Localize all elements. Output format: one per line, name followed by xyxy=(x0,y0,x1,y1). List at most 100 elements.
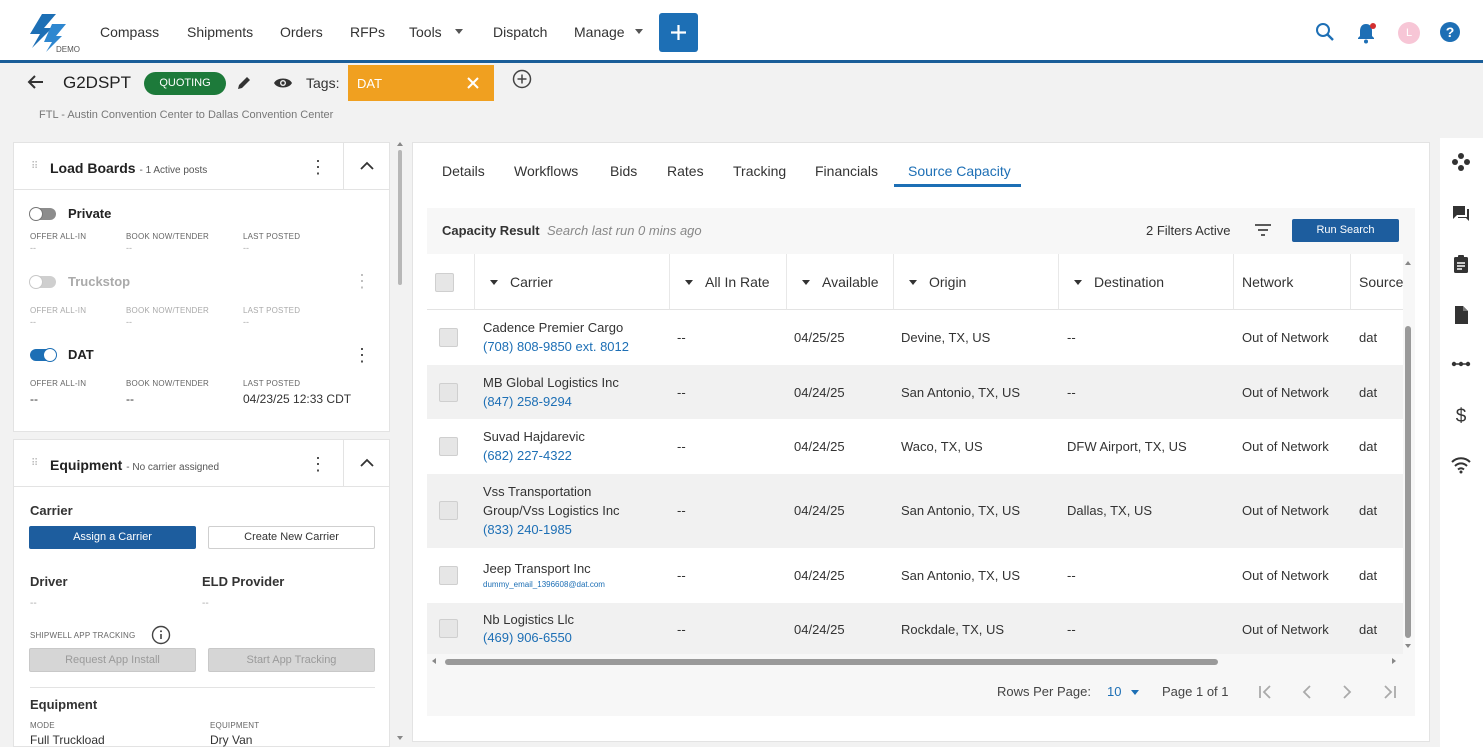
rows-per-page-caret-icon[interactable] xyxy=(1131,690,1139,695)
create-new-button[interactable] xyxy=(659,13,698,52)
carrier-contact-link[interactable]: dummy_email_1396608@dat.com xyxy=(483,580,605,589)
table-row[interactable]: Suvad Hajdarevic (682) 227-4322 -- 04/24… xyxy=(427,419,1403,474)
destination-column-header[interactable]: Destination xyxy=(1059,254,1234,310)
dat-board-toggle[interactable] xyxy=(30,348,57,362)
info-icon[interactable] xyxy=(151,625,171,645)
source-column-header[interactable]: Source xyxy=(1351,254,1403,310)
search-icon[interactable] xyxy=(1315,22,1335,42)
tab-bids[interactable]: Bids xyxy=(610,163,637,179)
row-checkbox[interactable] xyxy=(439,437,458,456)
equipment-menu-icon[interactable]: ⋮ xyxy=(309,455,327,473)
source-value: dat xyxy=(1359,568,1378,583)
truckstop-menu-icon[interactable]: ⋮ xyxy=(353,272,371,290)
network-value: Out of Network xyxy=(1242,503,1329,518)
carrier-contact-link[interactable]: (847) 258-9294 xyxy=(483,394,572,409)
start-app-tracking-button[interactable]: Start App Tracking xyxy=(208,648,375,672)
nav-compass[interactable]: Compass xyxy=(100,24,159,40)
timeline-dots-icon[interactable] xyxy=(1451,356,1471,372)
table-row[interactable]: MB Global Logistics Inc (847) 258-9294 -… xyxy=(427,365,1403,419)
offer-all-in-label: OFFER ALL-IN xyxy=(30,379,87,388)
add-tag-icon[interactable] xyxy=(512,69,532,89)
row-checkbox[interactable] xyxy=(439,566,458,585)
wifi-signal-icon[interactable] xyxy=(1451,456,1471,474)
create-new-carrier-button[interactable]: Create New Carrier xyxy=(208,526,375,549)
available-column-header[interactable]: Available xyxy=(787,254,894,310)
row-checkbox[interactable] xyxy=(439,501,458,520)
request-app-install-button[interactable]: Request App Install xyxy=(29,648,196,672)
tags-label: Tags: xyxy=(306,75,340,91)
previous-page-icon[interactable] xyxy=(1300,685,1314,699)
filter-icon[interactable] xyxy=(1254,222,1272,238)
table-vertical-scroll-thumb[interactable] xyxy=(1405,326,1411,638)
drag-handle-icon[interactable]: ⠿ xyxy=(31,458,38,469)
edit-pencil-icon[interactable] xyxy=(236,75,252,91)
tab-source-capacity[interactable]: Source Capacity xyxy=(908,163,1011,179)
private-book-value: -- xyxy=(126,243,132,253)
table-row[interactable]: Cadence Premier Cargo (708) 808-9850 ext… xyxy=(427,310,1403,365)
tools-caret-icon[interactable] xyxy=(455,29,463,34)
collapse-load-boards-button[interactable] xyxy=(343,143,389,189)
nav-shipments[interactable]: Shipments xyxy=(187,24,253,40)
last-page-icon[interactable] xyxy=(1382,685,1398,699)
all-in-rate-column-header[interactable]: All In Rate xyxy=(670,254,787,310)
equipment-subtitle: - No carrier assigned xyxy=(126,462,220,473)
dat-menu-icon[interactable]: ⋮ xyxy=(353,346,371,364)
collapse-equipment-button[interactable] xyxy=(343,440,389,486)
back-arrow-icon[interactable] xyxy=(27,73,45,91)
network-column-header[interactable]: Network xyxy=(1234,254,1351,310)
table-row[interactable]: Jeep Transport Inc dummy_email_1396608@d… xyxy=(427,548,1403,603)
row-checkbox[interactable] xyxy=(439,619,458,638)
carrier-contact-link[interactable]: (833) 240-1985 xyxy=(483,522,572,537)
drag-handle-icon[interactable]: ⠿ xyxy=(31,161,38,172)
network-value: Out of Network xyxy=(1242,568,1329,583)
nav-orders[interactable]: Orders xyxy=(280,24,323,40)
sort-caret-icon xyxy=(490,280,498,285)
carrier-column-header[interactable]: Carrier xyxy=(475,254,670,310)
capacity-table: Carrier All In Rate Available Origin Des… xyxy=(427,254,1403,654)
next-page-icon[interactable] xyxy=(1340,685,1354,699)
document-icon[interactable] xyxy=(1451,305,1471,325)
all-in-rate-column-label: All In Rate xyxy=(705,274,770,290)
tab-rates[interactable]: Rates xyxy=(667,163,704,179)
manage-caret-icon[interactable] xyxy=(635,29,643,34)
status-badge[interactable]: QUOTING xyxy=(144,72,226,95)
nav-dispatch[interactable]: Dispatch xyxy=(493,24,547,40)
left-scroll-thumb[interactable] xyxy=(398,150,402,285)
origin-column-header[interactable]: Origin xyxy=(894,254,1059,310)
carrier-contact-link[interactable]: (708) 808-9850 ext. 8012 xyxy=(483,339,629,354)
tab-tracking[interactable]: Tracking xyxy=(733,163,786,179)
tag-chip-dat[interactable]: DAT xyxy=(348,65,494,101)
assign-carrier-button[interactable]: Assign a Carrier xyxy=(29,526,196,549)
carrier-contact-link[interactable]: (469) 906-6550 xyxy=(483,630,572,645)
help-icon[interactable]: ? xyxy=(1440,22,1460,42)
apps-grid-icon[interactable] xyxy=(1451,153,1471,171)
run-search-button[interactable]: Run Search xyxy=(1292,219,1399,242)
tab-workflows[interactable]: Workflows xyxy=(514,163,578,179)
nav-manage[interactable]: Manage xyxy=(574,24,625,40)
watch-eye-icon[interactable] xyxy=(273,76,293,90)
truckstop-board-toggle[interactable] xyxy=(29,275,56,289)
dollar-sign-icon[interactable]: $ xyxy=(1451,404,1471,426)
carrier-contact-link[interactable]: (682) 227-4322 xyxy=(483,448,572,463)
tab-details[interactable]: Details xyxy=(442,163,485,179)
messages-icon[interactable] xyxy=(1451,204,1471,222)
table-row[interactable]: Vss Transportation Group/Vss Logistics I… xyxy=(427,474,1403,548)
user-avatar[interactable]: L xyxy=(1398,22,1420,44)
private-board-toggle[interactable] xyxy=(29,207,56,221)
nav-rfps[interactable]: RFPs xyxy=(350,24,385,40)
filters-active-count[interactable]: 2 Filters Active xyxy=(1146,223,1231,238)
table-row[interactable]: Nb Logistics Llc (469) 906-6550 -- 04/24… xyxy=(427,603,1403,654)
remove-tag-icon[interactable] xyxy=(466,76,480,90)
row-checkbox[interactable] xyxy=(439,328,458,347)
load-boards-menu-icon[interactable]: ⋮ xyxy=(309,158,327,176)
origin-column-label: Origin xyxy=(929,274,967,290)
select-all-checkbox[interactable] xyxy=(435,273,454,292)
clipboard-icon[interactable] xyxy=(1451,254,1471,274)
table-horizontal-scroll-thumb[interactable] xyxy=(445,659,1218,665)
equipment-section-label: Equipment xyxy=(30,697,98,712)
row-checkbox[interactable] xyxy=(439,383,458,402)
rows-per-page-select[interactable]: 10 xyxy=(1107,684,1121,699)
nav-tools[interactable]: Tools xyxy=(409,24,442,40)
tab-financials[interactable]: Financials xyxy=(815,163,878,179)
first-page-icon[interactable] xyxy=(1257,685,1273,699)
